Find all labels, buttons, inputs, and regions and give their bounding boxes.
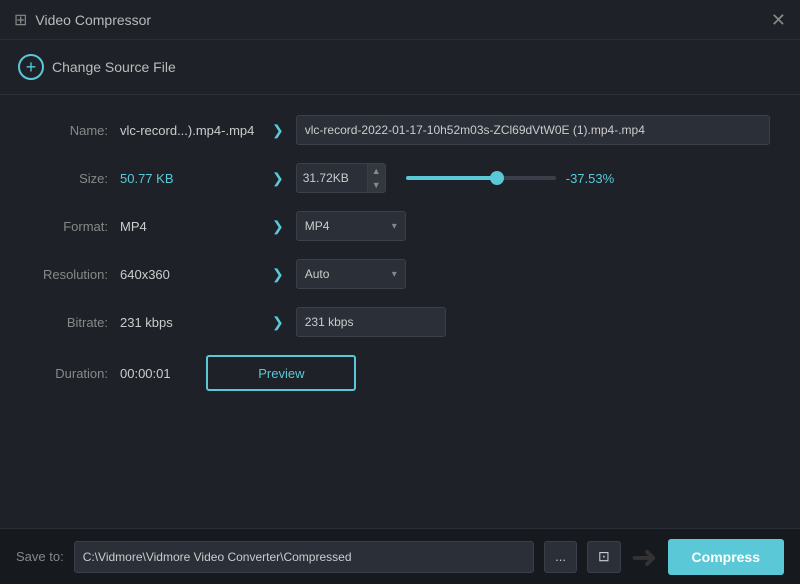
duration-label: Duration: bbox=[30, 366, 120, 381]
format-source-value: MP4 bbox=[120, 219, 260, 234]
name-target-input[interactable] bbox=[296, 115, 770, 145]
resolution-target: Auto ▾ bbox=[296, 259, 770, 289]
title-left: ⊞ Video Compressor bbox=[14, 10, 151, 30]
plus-circle-icon: + bbox=[18, 54, 44, 80]
format-dropdown[interactable]: MP4 ▾ bbox=[296, 211, 406, 241]
size-target: ▲ ▼ -37.53% bbox=[296, 163, 770, 193]
size-arrow-icon: ❯ bbox=[272, 170, 284, 187]
bitrate-arrow-icon: ❯ bbox=[272, 314, 284, 331]
save-to-label: Save to: bbox=[16, 549, 64, 564]
app-icon: ⊞ bbox=[14, 10, 27, 30]
name-row: Name: vlc-record...).mp4-.mp4 ❯ bbox=[30, 115, 770, 145]
duration-target: Preview bbox=[206, 355, 770, 391]
bitrate-source-value: 231 kbps bbox=[120, 315, 260, 330]
size-percent-label: -37.53% bbox=[566, 171, 614, 186]
format-arrow-icon: ❯ bbox=[272, 218, 284, 235]
folder-button[interactable]: ⊡ bbox=[587, 541, 621, 573]
duration-row: Duration: 00:00:01 ❯ Preview bbox=[30, 355, 770, 391]
size-spin-up[interactable]: ▲ bbox=[368, 164, 385, 178]
format-label: Format: bbox=[30, 219, 120, 234]
resolution-arrow-icon: ❯ bbox=[272, 266, 284, 283]
format-row: Format: MP4 ❯ MP4 ▾ bbox=[30, 211, 770, 241]
bitrate-label: Bitrate: bbox=[30, 315, 120, 330]
name-source-value: vlc-record...).mp4-.mp4 bbox=[120, 123, 260, 138]
format-target: MP4 ▾ bbox=[296, 211, 770, 241]
resolution-dropdown[interactable]: Auto ▾ bbox=[296, 259, 406, 289]
resolution-label: Resolution: bbox=[30, 267, 120, 282]
resolution-source-value: 640x360 bbox=[120, 267, 260, 282]
size-spinbox[interactable]: ▲ ▼ bbox=[296, 163, 386, 193]
size-spin-buttons: ▲ ▼ bbox=[367, 164, 385, 192]
resolution-selected-value: Auto bbox=[305, 267, 330, 281]
resolution-row: Resolution: 640x360 ❯ Auto ▾ bbox=[30, 259, 770, 289]
size-row: Size: 50.77 KB ❯ ▲ ▼ -37.53% bbox=[30, 163, 770, 193]
preview-button[interactable]: Preview bbox=[206, 355, 356, 391]
format-dropdown-arrow: ▾ bbox=[392, 221, 397, 232]
size-spin-down[interactable]: ▼ bbox=[368, 178, 385, 192]
dots-button[interactable]: ... bbox=[544, 541, 577, 573]
change-source-label: Change Source File bbox=[52, 59, 176, 75]
save-path-input[interactable] bbox=[74, 541, 534, 573]
app-title: Video Compressor bbox=[35, 12, 151, 28]
duration-value: 00:00:01 bbox=[120, 366, 171, 381]
name-label: Name: bbox=[30, 123, 120, 138]
change-source-button[interactable]: + Change Source File bbox=[18, 54, 176, 80]
bitrate-row: Bitrate: 231 kbps ❯ bbox=[30, 307, 770, 337]
size-slider[interactable] bbox=[406, 176, 556, 180]
size-source-value: 50.77 KB bbox=[120, 171, 260, 186]
folder-icon: ⊡ bbox=[598, 548, 610, 564]
name-target bbox=[296, 115, 770, 145]
size-label: Size: bbox=[30, 171, 120, 186]
bitrate-input[interactable] bbox=[296, 307, 446, 337]
size-input[interactable] bbox=[297, 164, 367, 192]
format-selected-value: MP4 bbox=[305, 219, 330, 233]
name-arrow-icon: ❯ bbox=[272, 122, 284, 139]
change-source-area: + Change Source File bbox=[0, 40, 800, 95]
bottom-bar: Save to: ... ⊡ ➜ Compress bbox=[0, 528, 800, 584]
size-slider-container: -37.53% bbox=[406, 171, 614, 186]
title-bar: ⊞ Video Compressor ✕ bbox=[0, 0, 800, 40]
resolution-dropdown-arrow: ▾ bbox=[392, 269, 397, 280]
close-button[interactable]: ✕ bbox=[771, 11, 786, 29]
main-content: Name: vlc-record...).mp4-.mp4 ❯ Size: 50… bbox=[0, 95, 800, 429]
big-arrow-right-icon: ➜ bbox=[631, 541, 658, 573]
compress-button[interactable]: Compress bbox=[668, 539, 784, 575]
arrow-icon-container: ➜ bbox=[631, 541, 658, 573]
bitrate-target bbox=[296, 307, 770, 337]
